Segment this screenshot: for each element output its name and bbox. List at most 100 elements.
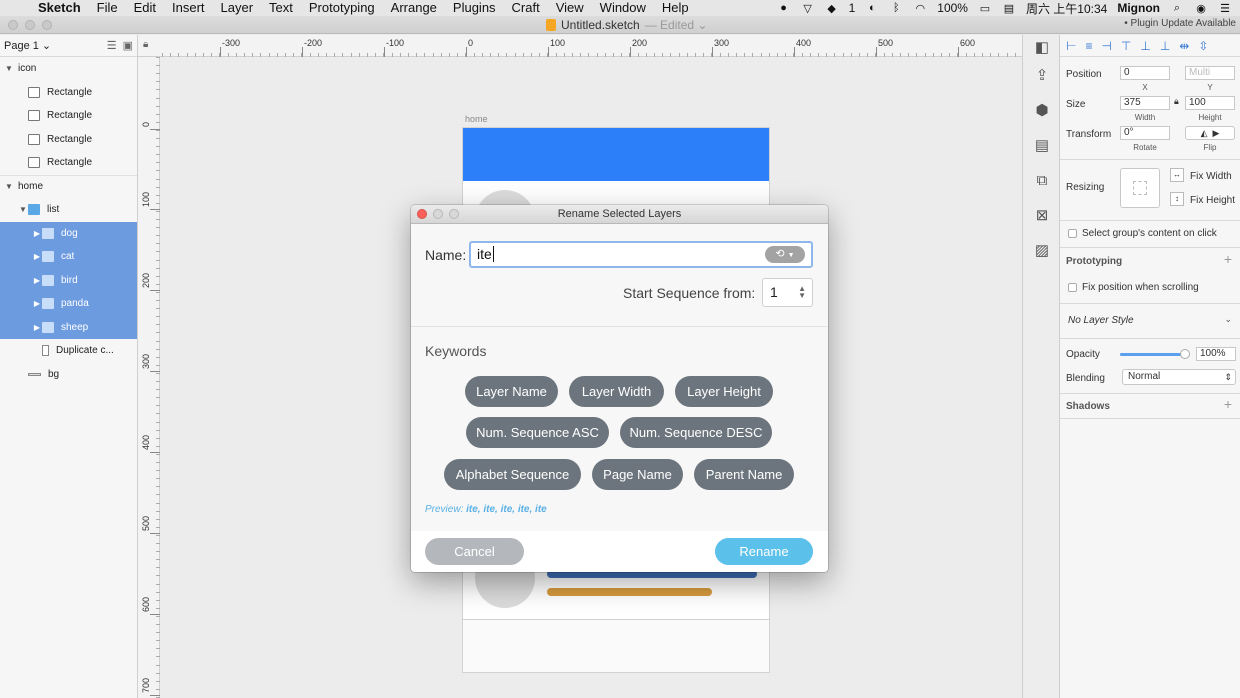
menu-view[interactable]: View: [548, 0, 592, 16]
align-top-icon[interactable]: ⊤: [1121, 39, 1131, 53]
name-input[interactable]: ite ⟲ ▼: [469, 241, 813, 268]
page-name[interactable]: Page 1 ⌄: [4, 39, 51, 52]
disclosure-collapsed-icon[interactable]: ▶: [32, 252, 42, 261]
opacity-slider-knob[interactable]: [1180, 349, 1190, 359]
vertical-ruler[interactable]: 0 100 200 300 400 500 600 700: [138, 57, 160, 698]
wifi-icon[interactable]: ◠: [913, 2, 927, 15]
lock-ratio-icon[interactable]: 🔒︎: [1174, 96, 1179, 107]
add-shadow-icon[interactable]: +: [1224, 396, 1232, 412]
menu-plugins[interactable]: Plugins: [445, 0, 504, 16]
fix-position-label[interactable]: Fix position when scrolling: [1082, 282, 1199, 293]
menu-prototyping[interactable]: Prototyping: [301, 0, 383, 16]
layer-row[interactable]: Rectangle: [0, 104, 137, 128]
fix-width-checkbox[interactable]: ↔: [1170, 168, 1184, 182]
plugin-update-notice[interactable]: • Plugin Update Available: [1124, 18, 1236, 29]
minimize-window-button[interactable]: [25, 20, 35, 30]
add-prototyping-icon[interactable]: +: [1224, 251, 1232, 267]
cancel-button[interactable]: Cancel: [425, 538, 524, 565]
chevron-down-icon[interactable]: ⌄: [1224, 314, 1232, 325]
menu-insert[interactable]: Insert: [164, 0, 213, 16]
horizontal-ruler[interactable]: 🔒︎ -300 -200 -100 0 100 200 300 400 500 600: [138, 35, 1022, 57]
document-name[interactable]: Untitled.sketch: [561, 18, 640, 32]
input-flag-icon[interactable]: ▤: [1002, 2, 1016, 15]
keyword-layer-width[interactable]: Layer Width: [569, 376, 664, 407]
menu-file[interactable]: File: [89, 0, 126, 16]
align-bottom-icon[interactable]: ⊥: [1160, 39, 1170, 53]
layer-row[interactable]: ▶ panda: [0, 292, 137, 316]
layer-style-select[interactable]: No Layer Style: [1068, 315, 1134, 326]
menu-window[interactable]: Window: [592, 0, 654, 16]
align-right-icon[interactable]: ⊣: [1101, 39, 1111, 53]
image-icon[interactable]: ▨: [1032, 240, 1052, 260]
library-icon[interactable]: ▤: [1032, 135, 1052, 155]
menu-app-name[interactable]: Sketch: [36, 0, 89, 16]
card-bar-orange[interactable]: [547, 588, 712, 596]
rotate-input[interactable]: 0°: [1120, 126, 1170, 140]
select-group-checkbox[interactable]: [1068, 229, 1077, 238]
disclosure-collapsed-icon[interactable]: ▶: [32, 299, 42, 308]
menu-craft[interactable]: Craft: [504, 0, 548, 16]
vpn-icon[interactable]: ▽: [801, 2, 815, 15]
layer-row[interactable]: bg: [0, 363, 137, 387]
disclosure-collapsed-icon[interactable]: ▶: [32, 323, 42, 332]
layer-row[interactable]: ▶ sheep: [0, 315, 137, 339]
collapse-icon[interactable]: ▣: [123, 39, 133, 52]
menu-layer[interactable]: Layer: [213, 0, 262, 16]
data-icon[interactable]: ⊠: [1032, 205, 1052, 225]
battery-icon[interactable]: ▭: [978, 2, 992, 15]
keyword-num-sequence-desc[interactable]: Num. Sequence DESC: [620, 417, 772, 448]
disclosure-collapsed-icon[interactable]: ▶: [32, 276, 42, 285]
layer-row[interactable]: ▼ list: [0, 198, 137, 222]
layer-row[interactable]: Duplicate c...: [0, 339, 137, 363]
page-selector[interactable]: Page 1 ⌄ ☰ ▣: [0, 35, 137, 57]
layer-row[interactable]: ▼ icon: [0, 57, 137, 81]
flip-buttons[interactable]: ◭ ▶: [1185, 126, 1235, 140]
fix-height-checkbox[interactable]: ↕: [1170, 192, 1184, 206]
notification-icon[interactable]: ◆: [825, 2, 839, 15]
height-input[interactable]: 100: [1185, 96, 1235, 110]
menu-help[interactable]: Help: [654, 0, 697, 16]
dialog-close-button[interactable]: [417, 209, 427, 219]
fix-height-label[interactable]: Fix Height: [1190, 195, 1235, 206]
keyword-layer-name[interactable]: Layer Name: [465, 376, 558, 407]
wechat-icon[interactable]: ●: [777, 2, 791, 14]
export-icon[interactable]: ⇪: [1032, 65, 1052, 85]
ruler-lock-icon[interactable]: 🔒︎: [143, 39, 148, 50]
disclosure-expanded-icon[interactable]: ▼: [18, 205, 28, 214]
resizing-widget[interactable]: [1120, 168, 1160, 208]
align-left-icon[interactable]: ⊢: [1066, 39, 1076, 53]
align-center-icon[interactable]: ≡: [1085, 39, 1092, 53]
bg-layer[interactable]: [462, 619, 770, 673]
distribute-v-icon[interactable]: ⇳: [1198, 39, 1208, 53]
sync-icon[interactable]: ◐: [865, 2, 879, 14]
layer-row[interactable]: Rectangle: [0, 81, 137, 105]
edited-status[interactable]: — Edited ⌄: [645, 18, 708, 32]
opacity-input[interactable]: 100%: [1196, 347, 1236, 361]
layer-row[interactable]: ▶ cat: [0, 245, 137, 269]
menu-arrange[interactable]: Arrange: [383, 0, 445, 16]
x-input[interactable]: 0: [1120, 66, 1170, 80]
layer-row[interactable]: Rectangle: [0, 151, 137, 175]
distribute-h-icon[interactable]: ⇹: [1179, 39, 1189, 53]
y-input[interactable]: Multi: [1185, 66, 1235, 80]
bluetooth-icon[interactable]: ᛒ: [889, 2, 903, 14]
fix-width-label[interactable]: Fix Width: [1190, 171, 1232, 182]
dialog-minimize-button[interactable]: [433, 209, 443, 219]
notification-center-icon[interactable]: ☰: [1218, 2, 1232, 15]
keyword-page-name[interactable]: Page Name: [592, 459, 683, 490]
menu-text[interactable]: Text: [261, 0, 301, 16]
symbol-icon[interactable]: ⬢: [1032, 100, 1052, 120]
fix-position-checkbox[interactable]: [1068, 283, 1077, 292]
layer-row[interactable]: ▼ home: [0, 174, 137, 199]
history-dropdown-button[interactable]: ⟲ ▼: [765, 246, 805, 263]
close-window-button[interactable]: [8, 20, 18, 30]
menu-edit[interactable]: Edit: [126, 0, 164, 16]
list-view-icon[interactable]: ☰: [107, 39, 117, 52]
disclosure-expanded-icon[interactable]: ▼: [4, 182, 14, 191]
user-name[interactable]: Mignon: [1117, 1, 1160, 15]
start-sequence-input[interactable]: 1 ▲ ▼: [762, 278, 813, 307]
layer-row[interactable]: Rectangle: [0, 128, 137, 152]
keyword-alphabet-sequence[interactable]: Alphabet Sequence: [444, 459, 581, 490]
disclosure-collapsed-icon[interactable]: ▶: [32, 229, 42, 238]
flip-vertical-icon[interactable]: ▶: [1213, 128, 1220, 138]
